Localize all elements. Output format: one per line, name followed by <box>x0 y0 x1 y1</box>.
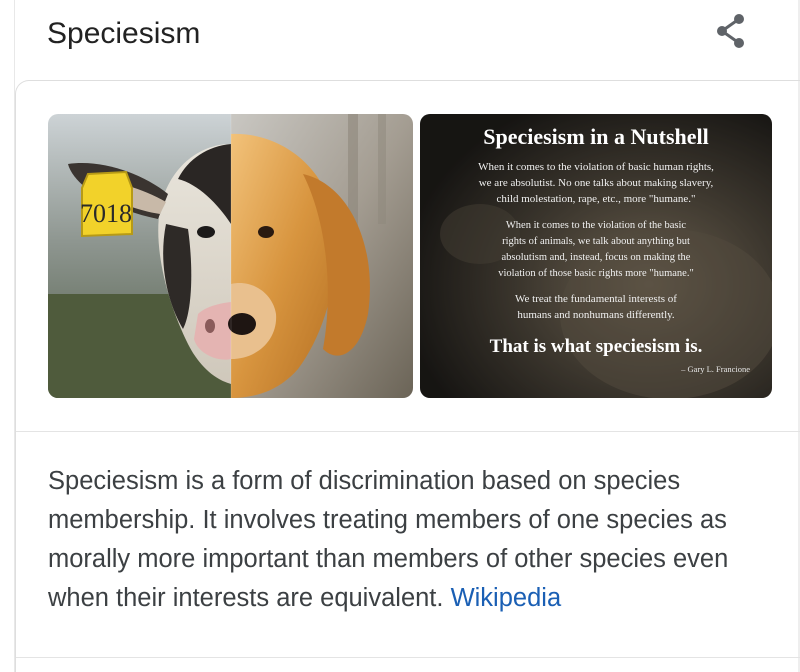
share-button[interactable] <box>710 10 752 52</box>
bottom-divider <box>16 657 800 658</box>
graphic-line-2a: When it comes to the violation of the ba… <box>506 220 687 231</box>
section-divider <box>16 431 800 432</box>
graphic-line-1b: we are absolutist. No one talks about ma… <box>479 177 714 189</box>
graphic-line-2c: absolutism and, instead, focus on making… <box>502 252 691 263</box>
graphic-line-1a: When it comes to the violation of basic … <box>478 161 714 173</box>
graphic-line-3b: humans and nonhumans differently. <box>517 309 675 321</box>
ear-tag-number: 7018 <box>80 199 132 228</box>
graphic-line-1c: child molestation, rape, etc., more "hum… <box>497 193 696 205</box>
graphic-line-3a: We treat the fundamental interests of <box>515 293 677 305</box>
description-text: Speciesism is a form of discrimination b… <box>48 467 729 612</box>
image-carousel: 7018 Speciesism in a Nutshell When it co… <box>48 114 772 398</box>
graphic-line-2d: violation of those basic rights more "hu… <box>498 268 694 279</box>
graphic-line-2b: rights of animals, we talk about anythin… <box>502 236 690 247</box>
knowledge-panel: Speciesism 7018 Speciesism in a Nutshell… <box>0 0 800 672</box>
image-speciesism-nutshell[interactable]: Speciesism in a Nutshell When it comes t… <box>420 114 772 398</box>
content-card: 7018 Speciesism in a Nutshell When it co… <box>15 80 800 672</box>
share-icon <box>717 14 744 48</box>
panel-header: Speciesism <box>15 0 800 68</box>
description: Speciesism is a form of discrimination b… <box>48 462 788 618</box>
wikipedia-link[interactable]: Wikipedia <box>451 584 562 612</box>
graphic-tagline: That is what speciesism is. <box>490 336 703 357</box>
image-cow-dog[interactable]: 7018 <box>48 114 413 398</box>
graphic-heading: Speciesism in a Nutshell <box>483 124 709 149</box>
cow-dog-illustration: 7018 <box>48 114 413 398</box>
speciesism-quote-graphic: Speciesism in a Nutshell When it comes t… <box>420 114 772 398</box>
page-title: Speciesism <box>47 17 201 50</box>
graphic-attribution: – Gary L. Francione <box>680 364 750 374</box>
